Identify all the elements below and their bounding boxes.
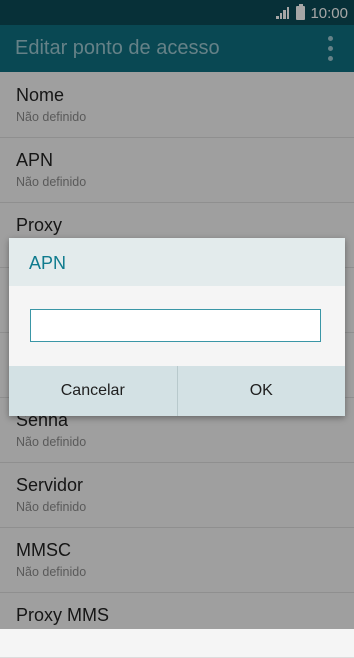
cancel-button[interactable]: Cancelar bbox=[9, 366, 177, 416]
dialog-button-bar: Cancelar OK bbox=[9, 366, 345, 416]
apn-dialog: APN Cancelar OK bbox=[9, 238, 345, 416]
dialog-title: APN bbox=[29, 253, 67, 273]
apn-input[interactable] bbox=[30, 309, 321, 342]
ok-button[interactable]: OK bbox=[178, 366, 346, 416]
dialog-header: APN bbox=[9, 238, 345, 286]
